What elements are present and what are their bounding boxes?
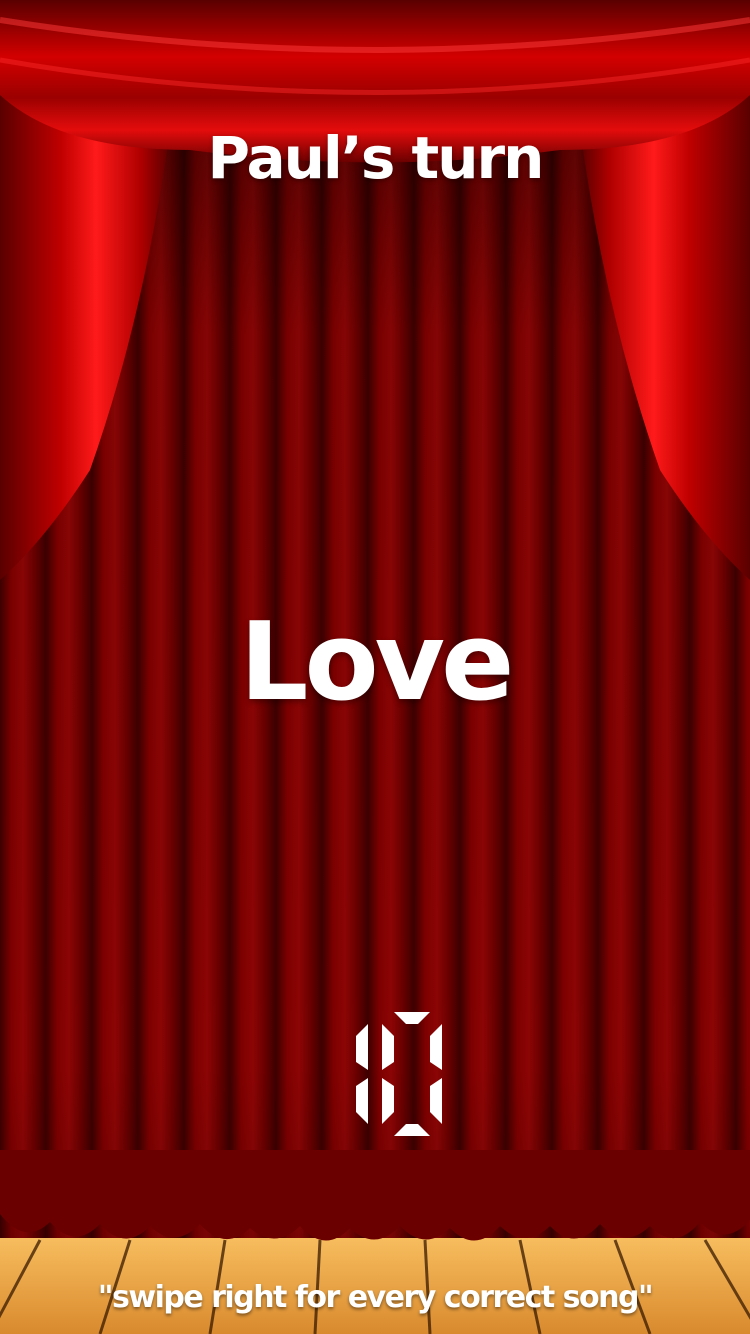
countdown-value: 10 [0,1010,1,1011]
digit-segment-f [382,1024,394,1070]
prompt-word: Love [239,600,515,725]
digit-segment-a [394,1012,430,1024]
game-screen[interactable]: Paul’s turn Love 10 "swipe right for eve… [0,0,750,1334]
player-turn-title: Paul’s turn [207,124,545,192]
digit-segment-b [430,1024,442,1070]
countdown-timer: 10 [0,1010,750,1144]
digit-segment-c [430,1078,442,1124]
digit-segment-d [394,1124,430,1136]
seven-segment-display [356,1012,442,1136]
digit-segment-b [356,1024,368,1070]
digit-segment-c [356,1078,368,1124]
swipe-instruction: "swipe right for every correct song" [97,1280,654,1315]
digit-segment-e [382,1078,394,1124]
